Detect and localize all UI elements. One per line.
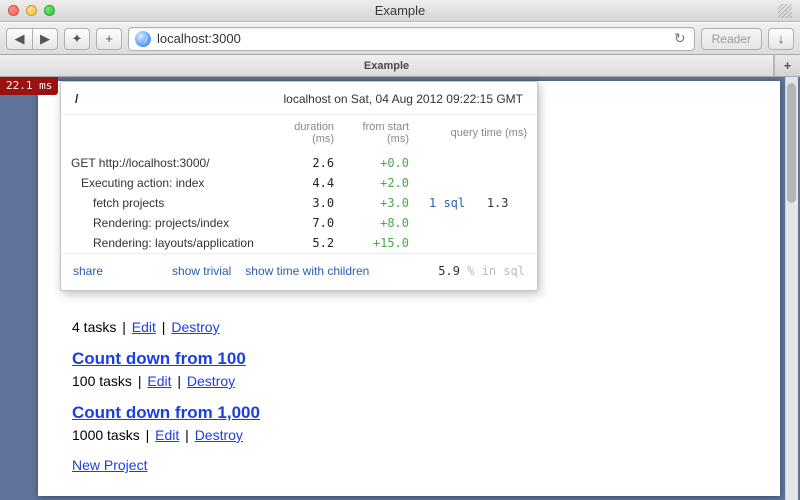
step-label: Rendering: projects/index: [71, 216, 229, 230]
separator: |: [138, 373, 146, 389]
profiler-row: Rendering: projects/index 7.0 +8.0: [61, 213, 537, 233]
separator: |: [177, 373, 185, 389]
col-from-start: from start (ms): [344, 115, 419, 153]
edit-link[interactable]: Edit: [155, 427, 179, 443]
new-project-link[interactable]: New Project: [72, 457, 147, 473]
step-duration: 3.0: [271, 193, 344, 213]
separator: |: [122, 319, 130, 335]
window-title: Example: [0, 3, 800, 18]
profiler-badge[interactable]: 22.1 ms: [0, 77, 58, 95]
profiler-row: Rendering: layouts/application 5.2 +15.0: [61, 233, 537, 253]
step-label: Rendering: layouts/application: [71, 236, 254, 250]
tab-label: Example: [364, 60, 409, 72]
plus-icon: +: [784, 58, 792, 73]
step-label: fetch projects: [71, 196, 164, 210]
resize-handle-icon[interactable]: [778, 4, 792, 18]
profiler-table: duration (ms) from start (ms) query time…: [61, 115, 537, 253]
project-tasks-count: 4 tasks: [72, 319, 116, 335]
destroy-link[interactable]: Destroy: [195, 427, 243, 443]
back-button[interactable]: ◀: [6, 28, 32, 50]
refresh-button[interactable]: ↻: [672, 30, 688, 47]
new-tab-button[interactable]: +: [774, 55, 800, 76]
reader-button[interactable]: Reader: [701, 28, 762, 50]
project-tasks-count: 100 tasks: [72, 373, 132, 389]
profiler-footer: share show trivial show time with childr…: [61, 253, 537, 290]
download-icon: ↓: [778, 31, 785, 46]
project-tasks-count: 1000 tasks: [72, 427, 140, 443]
profiler-popup: / localhost on Sat, 04 Aug 2012 09:22:15…: [60, 81, 538, 291]
window-controls: [8, 5, 55, 16]
separator: |: [146, 427, 154, 443]
window-titlebar: Example: [0, 0, 800, 22]
chevron-right-icon: ▶: [40, 31, 50, 47]
sql-percent-value: 5.9: [438, 264, 460, 278]
edit-link[interactable]: Edit: [147, 373, 171, 389]
step-label: Executing action: index: [71, 176, 204, 190]
project-row: 1000 tasks | Edit | Destroy: [72, 427, 752, 443]
browser-toolbar: ◀ ▶ ✦ + localhost:3000 ↻ Reader ↓: [0, 22, 800, 55]
separator: |: [185, 427, 193, 443]
scrollbar-thumb[interactable]: [787, 83, 796, 203]
downloads-button[interactable]: ↓: [768, 28, 794, 50]
destroy-link[interactable]: Destroy: [171, 319, 219, 335]
step-from-start: +2.0: [344, 173, 419, 193]
project-link[interactable]: Count down from 1,000: [72, 403, 260, 422]
step-from-start: +15.0: [344, 233, 419, 253]
col-duration: duration (ms): [271, 115, 344, 153]
show-children-link[interactable]: show time with children: [245, 264, 369, 278]
share-link[interactable]: share: [73, 264, 103, 278]
step-label: GET http://localhost:3000/: [71, 156, 210, 170]
step-from-start: +3.0: [344, 193, 419, 213]
step-duration: 4.4: [271, 173, 344, 193]
profiler-path: /: [75, 92, 78, 106]
profiler-row: Executing action: index 4.4 +2.0: [61, 173, 537, 193]
project-row: 100 tasks | Edit | Destroy: [72, 373, 752, 389]
project-row: 4 tasks | Edit | Destroy: [72, 319, 752, 335]
minimize-icon[interactable]: [26, 5, 37, 16]
forward-button[interactable]: ▶: [32, 28, 58, 50]
destroy-link[interactable]: Destroy: [187, 373, 235, 389]
address-bar[interactable]: localhost:3000 ↻: [128, 27, 695, 51]
browser-viewport: Learn Karate 4 tasks | Edit | Destroy Co…: [0, 77, 800, 500]
sql-percent: 5.9 % in sql: [438, 264, 525, 278]
nav-buttons: ◀ ▶: [6, 28, 58, 50]
tab-example[interactable]: Example: [0, 55, 774, 76]
step-duration: 7.0: [271, 213, 344, 233]
edit-link[interactable]: Edit: [132, 319, 156, 335]
bookmarks-button[interactable]: ✦: [64, 28, 90, 50]
zoom-icon[interactable]: [44, 5, 55, 16]
profiler-header: / localhost on Sat, 04 Aug 2012 09:22:15…: [61, 82, 537, 115]
sql-link[interactable]: 1 sql: [429, 196, 465, 210]
profiler-row: fetch projects 3.0 +3.0 1 sql 1.3: [61, 193, 537, 213]
col-query-time: query time (ms): [419, 115, 537, 153]
separator: |: [162, 319, 170, 335]
project-link[interactable]: Count down from 100: [72, 349, 246, 368]
profiler-row: GET http://localhost:3000/ 2.6 +0.0: [61, 153, 537, 173]
reader-label: Reader: [712, 32, 751, 46]
tab-strip: Example +: [0, 55, 800, 77]
url-text: localhost:3000: [157, 31, 666, 46]
chevron-left-icon: ◀: [15, 31, 25, 47]
bookmarks-icon: ✦: [72, 31, 83, 47]
step-query-time: 1.3: [487, 196, 509, 210]
show-trivial-link[interactable]: show trivial: [172, 264, 231, 278]
col-label: [61, 115, 271, 153]
close-icon[interactable]: [8, 5, 19, 16]
sql-percent-label: % in sql: [460, 264, 525, 278]
step-from-start: +0.0: [344, 153, 419, 173]
step-duration: 2.6: [271, 153, 344, 173]
plus-icon: +: [105, 31, 113, 46]
step-duration: 5.2: [271, 233, 344, 253]
globe-icon: [135, 31, 151, 47]
add-bookmark-button[interactable]: +: [96, 28, 122, 50]
step-from-start: +8.0: [344, 213, 419, 233]
profiler-server: localhost on Sat, 04 Aug 2012 09:22:15 G…: [284, 92, 524, 106]
vertical-scrollbar[interactable]: [785, 77, 798, 500]
